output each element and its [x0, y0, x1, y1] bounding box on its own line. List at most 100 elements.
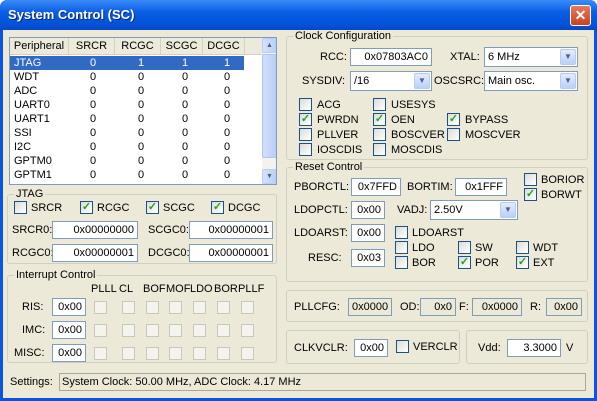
por-flag-checkbox[interactable]: ✓: [458, 256, 471, 269]
srcr0-field[interactable]: 0x00000000: [52, 221, 138, 239]
col-rcgc[interactable]: RCGC: [115, 38, 161, 55]
oscsrc-select[interactable]: Main osc. ▼: [484, 71, 578, 91]
f-field: 0x0000: [472, 298, 522, 316]
vadj-select[interactable]: 2.50V ▼: [430, 200, 518, 220]
oen-label: OEN: [391, 114, 415, 126]
dcgc0-field[interactable]: 0x00000001: [189, 244, 273, 262]
moscver-checkbox[interactable]: [447, 128, 460, 141]
chevron-down-icon[interactable]: ▼: [560, 49, 576, 65]
int-col-plll: PLLL: [91, 283, 117, 295]
ext-flag-checkbox[interactable]: ✓: [516, 256, 529, 269]
bor-flag-label: BOR: [412, 257, 436, 269]
ldo-flag-checkbox[interactable]: [395, 241, 408, 254]
vdd-group: Vdd: 3.3000 V: [466, 330, 588, 364]
srcr0-label: SRCR0:: [12, 224, 53, 236]
r-field: 0x00: [546, 298, 582, 316]
oen-checkbox[interactable]: ✓: [373, 113, 386, 126]
table-cell: 1: [138, 57, 145, 69]
pllver-label: PLLVER: [317, 129, 359, 141]
table-row[interactable]: GPTM0 0 0 0 0: [10, 154, 244, 168]
table-cell: 0: [90, 169, 97, 181]
borwt-checkbox[interactable]: ✓: [524, 188, 537, 201]
table-scrollbar[interactable]: ▲ ▼: [262, 38, 276, 184]
imc-field[interactable]: 0x00: [52, 321, 86, 339]
scroll-up-button[interactable]: ▲: [262, 38, 276, 53]
pborctl-field[interactable]: 0x7FFD: [351, 178, 401, 196]
table-cell: 0: [182, 85, 189, 97]
table-row[interactable]: UART0 0 0 0 0: [10, 98, 244, 112]
bor-flag-checkbox[interactable]: [395, 256, 408, 269]
table-row[interactable]: I2C 0 0 0 0: [10, 140, 244, 154]
resc-label: RESC:: [308, 252, 342, 264]
scroll-thumb[interactable]: [262, 54, 276, 158]
table-cell: 0: [182, 155, 189, 167]
int-flag-checkbox: [193, 301, 206, 314]
pllcfg-field: 0x0000: [348, 298, 392, 316]
ris-field[interactable]: 0x00: [52, 298, 86, 316]
ldoarst-field[interactable]: 0x00: [351, 224, 385, 242]
int-flag-checkbox: [94, 301, 107, 314]
int-flag-checkbox: [193, 347, 206, 360]
rcc-field[interactable]: 0x07803AC0: [350, 48, 432, 66]
acg-checkbox[interactable]: [299, 98, 312, 111]
table-cell: 0: [90, 85, 97, 97]
ioscdis-checkbox[interactable]: [299, 143, 312, 156]
peripheral-table[interactable]: Peripheral SRCR RCGC SCGC DCGC JTAG 0 1 1 1 W…: [9, 37, 277, 185]
ldoarst-checkbox[interactable]: [395, 226, 408, 239]
ioscdis-label: IOSCDIS: [317, 144, 363, 156]
scroll-down-button[interactable]: ▼: [262, 169, 276, 184]
borior-checkbox[interactable]: [524, 173, 537, 186]
ldopctl-field[interactable]: 0x00: [351, 201, 385, 219]
srcr-checkbox[interactable]: [14, 201, 27, 214]
resc-field[interactable]: 0x03: [351, 249, 385, 267]
close-button[interactable]: ✕: [570, 5, 591, 26]
rcgc-checkbox[interactable]: ✓: [80, 201, 93, 214]
table-row[interactable]: ADC 0 0 0 0: [10, 84, 244, 98]
bortim-field[interactable]: 0x1FFF: [455, 178, 507, 196]
sw-flag-checkbox[interactable]: [458, 241, 471, 254]
table-row[interactable]: JTAG 0 1 1 1: [10, 56, 244, 70]
table-cell: GPTM1: [14, 169, 52, 181]
table-row[interactable]: SSI 0 0 0 0: [10, 126, 244, 140]
sysdiv-select[interactable]: /16 ▼: [350, 71, 432, 91]
table-cell: 0: [138, 127, 145, 139]
moscdis-checkbox[interactable]: [373, 143, 386, 156]
table-cell: 1: [182, 57, 189, 69]
pwrdn-checkbox[interactable]: ✓: [299, 113, 312, 126]
rcgc0-field[interactable]: 0x00000001: [52, 244, 138, 262]
col-dcgc[interactable]: DCGC: [203, 38, 245, 55]
usesys-checkbox[interactable]: [373, 98, 386, 111]
verclr-checkbox[interactable]: [396, 340, 409, 353]
scgc-checkbox[interactable]: ✓: [146, 201, 159, 214]
table-row[interactable]: WDT 0 0 0 0: [10, 70, 244, 84]
int-col-cl: CL: [119, 283, 134, 295]
int-flag-checkbox: [94, 347, 107, 360]
dcgc-checkbox[interactable]: ✓: [211, 201, 224, 214]
rcgc0-label: RCGC0:: [12, 247, 54, 259]
chevron-down-icon[interactable]: ▼: [500, 202, 516, 218]
misc-field[interactable]: 0x00: [52, 344, 86, 362]
col-peripheral[interactable]: Peripheral: [10, 38, 69, 55]
scgc0-field[interactable]: 0x00000001: [189, 221, 273, 239]
table-cell: 0: [90, 141, 97, 153]
clkvclr-field[interactable]: 0x00: [354, 339, 388, 357]
title-bar[interactable]: System Control (SC) ✕: [0, 0, 597, 30]
table-cell: SSI: [14, 127, 32, 139]
pllver-checkbox[interactable]: [299, 128, 312, 141]
col-scgc[interactable]: SCGC: [161, 38, 203, 55]
table-cell: 0: [182, 141, 189, 153]
table-row[interactable]: UART1 0 0 0 0: [10, 112, 244, 126]
xtal-select[interactable]: 6 MHz ▼: [484, 47, 578, 67]
boscver-checkbox[interactable]: [373, 128, 386, 141]
vdd-field[interactable]: 3.3000: [507, 339, 561, 357]
chevron-down-icon[interactable]: ▼: [414, 73, 430, 89]
table-cell: 0: [182, 169, 189, 181]
table-row[interactable]: GPTM1 0 0 0 0: [10, 168, 244, 182]
wdt-flag-checkbox[interactable]: [516, 241, 529, 254]
col-srcr[interactable]: SRCR: [69, 38, 115, 55]
table-cell: 0: [90, 127, 97, 139]
chevron-down-icon[interactable]: ▼: [560, 73, 576, 89]
table-header: Peripheral SRCR RCGC SCGC DCGC: [10, 38, 262, 55]
bypass-checkbox[interactable]: ✓: [447, 113, 460, 126]
srcr-label: SRCR: [31, 202, 63, 214]
